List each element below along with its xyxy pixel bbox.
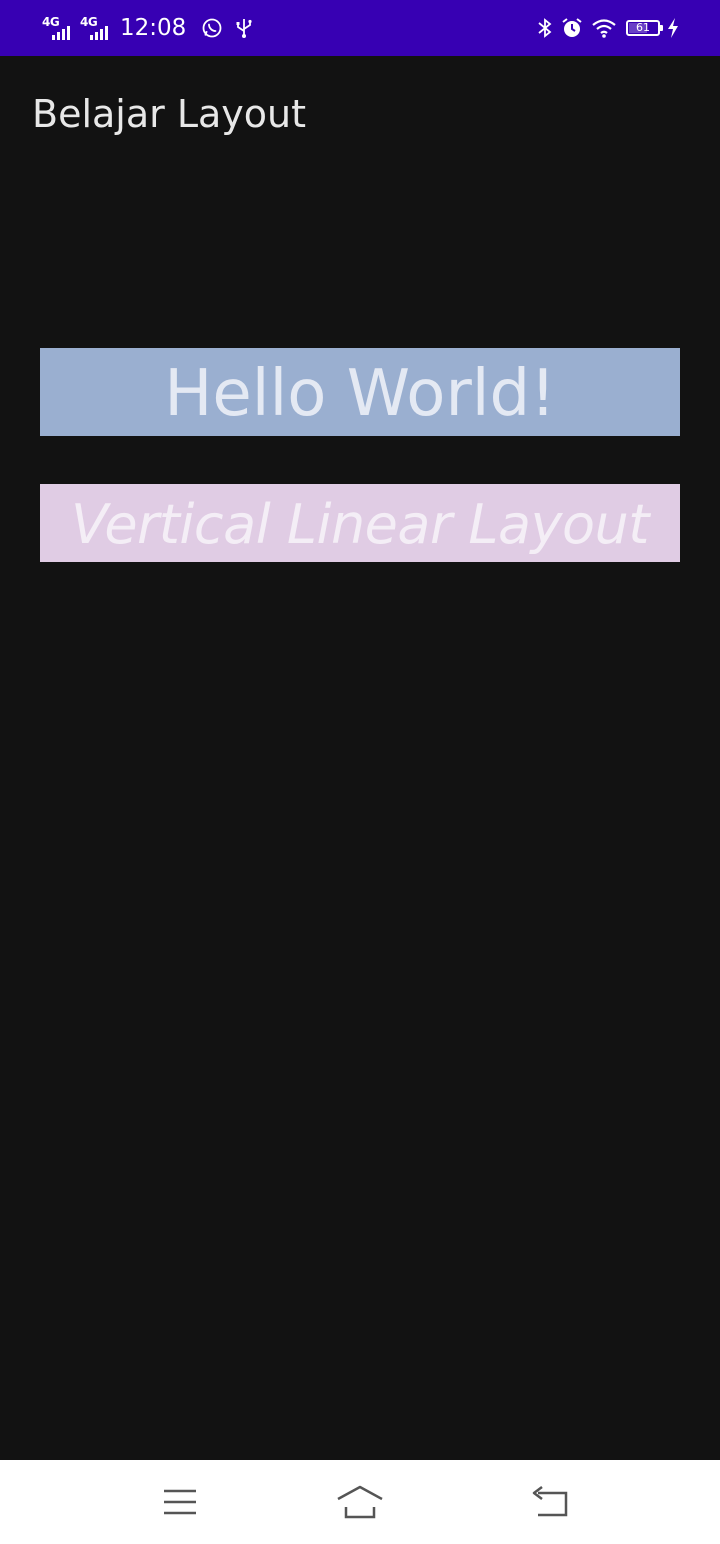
signal-icon: 4G xyxy=(80,13,114,43)
back-button[interactable] xyxy=(524,1480,572,1524)
status-bar-left: 4G 4G 12:08 xyxy=(42,0,264,56)
home-button[interactable] xyxy=(336,1480,384,1524)
vertical-linear-layout-text: Vertical Linear Layout xyxy=(40,484,680,562)
status-bar-right: 61 xyxy=(536,0,680,56)
battery-level: 61 xyxy=(636,21,650,34)
hello-world-text: Hello World! xyxy=(40,348,680,436)
back-icon xyxy=(532,1486,568,1517)
recent-apps-button[interactable] xyxy=(156,1480,204,1524)
usb-icon xyxy=(236,19,252,38)
charging-icon xyxy=(668,18,678,38)
wifi-icon xyxy=(592,19,616,38)
bluetooth-icon xyxy=(538,18,552,38)
alarm-icon xyxy=(562,18,582,37)
battery-icon: 61 xyxy=(626,20,663,36)
home-icon xyxy=(337,1485,383,1519)
status-time: 12:08 xyxy=(120,15,187,41)
signal-icon: 4G xyxy=(42,13,76,43)
navigation-bar xyxy=(0,1460,720,1544)
status-bar: 4G 4G 12:08 61 xyxy=(0,0,720,56)
app-title: Belajar Layout xyxy=(32,92,307,136)
app-screen: 4G 4G 12:08 61 Belajar Layout Hello Worl… xyxy=(0,0,720,1544)
whatsapp-icon xyxy=(202,18,222,38)
menu-icon xyxy=(164,1489,196,1515)
